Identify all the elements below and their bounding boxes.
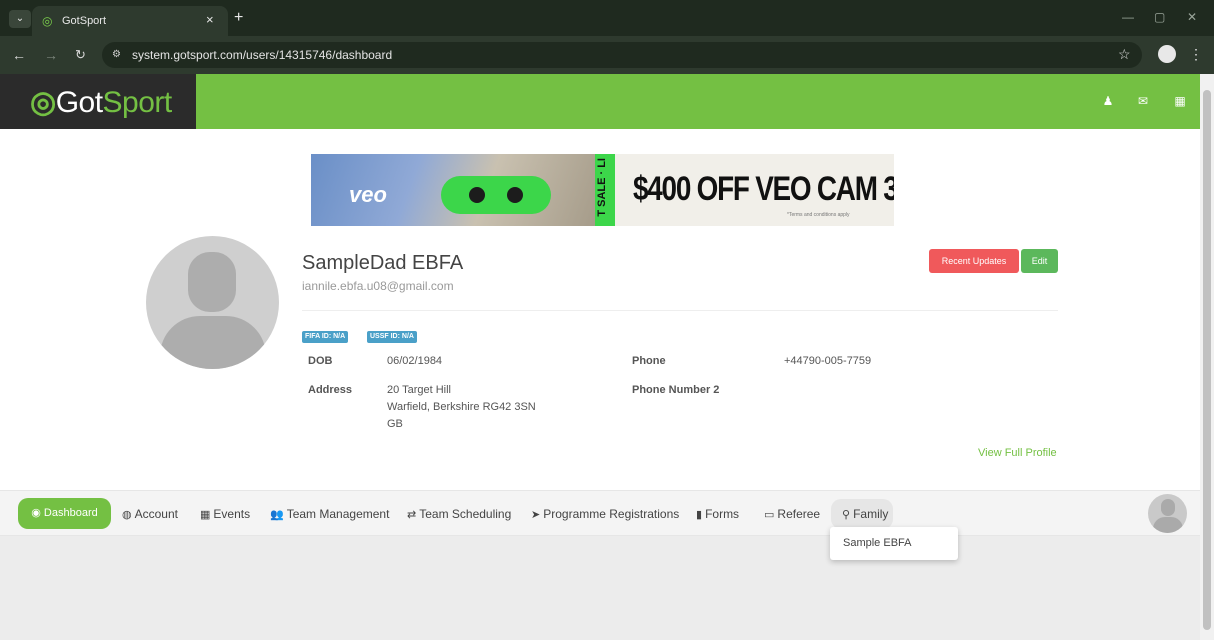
logo-container[interactable]: ◎GotSport [0, 74, 196, 129]
nav-item-label: Programme Registrations [543, 507, 680, 521]
dob-value: 06/02/1984 [387, 355, 443, 367]
calendar-outline-icon: ▭ [764, 509, 775, 521]
browser-address-bar: ← → ↻ ⚙ system.gotsport.com/users/143157… [0, 36, 1214, 74]
omnibox[interactable]: ⚙ system.gotsport.com/users/14315746/das… [102, 42, 1142, 68]
ad-headline: $400 OFF VEO CAM 3* [633, 170, 894, 209]
fifa-id-badge: FIFA ID: N/A [302, 331, 349, 343]
maximize-icon[interactable]: ▢ [1154, 10, 1165, 24]
address-label: Address [308, 384, 353, 396]
tab-title: GotSport [62, 15, 107, 27]
file-icon: ▮ [696, 509, 703, 521]
nav-item-family[interactable]: ⚲ Family [842, 504, 888, 524]
avatar-head-shape [1161, 499, 1175, 516]
recent-updates-button[interactable]: Recent Updates [929, 249, 1019, 273]
back-icon[interactable]: ← [12, 47, 26, 63]
users-icon: 👥 [270, 509, 284, 521]
nav-item-label: Family [853, 507, 889, 521]
veo-ad-banner[interactable]: veo T SALE · LI $400 OFF VEO CAM 3* *Ter… [311, 154, 894, 226]
camera-lens-icon [507, 187, 523, 203]
nav-item-dashboard[interactable]: ◉ Dashboard [18, 498, 111, 529]
gotsport-favicon-icon: ◎ [42, 14, 53, 28]
edit-button[interactable]: Edit [1021, 249, 1058, 273]
nav-item-label: Team Scheduling [419, 507, 512, 521]
bookmark-star-icon[interactable]: ☆ [1118, 46, 1131, 63]
account-icon: ◍ [122, 509, 132, 521]
ad-terms: *Terms and conditions apply [787, 212, 850, 218]
camera-lens-icon [469, 187, 485, 203]
nav-item-label: Account [134, 507, 178, 521]
forward-icon[interactable]: → [44, 47, 58, 63]
tab-search-chevron-down-icon[interactable]: ⌄ [9, 10, 31, 28]
site-info-icon[interactable]: ⚙ [112, 48, 128, 62]
tab-close-icon[interactable]: × [206, 12, 214, 27]
ad-strip-text: T SALE · LI [596, 158, 608, 217]
nav-user-avatar[interactable] [1148, 494, 1187, 533]
family-dropdown-menu: Sample EBFA [830, 527, 958, 560]
nav-item-label: Dashboard [43, 507, 98, 519]
paper-plane-icon: ➤ [531, 509, 541, 521]
view-full-profile-link[interactable]: View Full Profile [978, 447, 1057, 459]
nav-item-forms[interactable]: ▮ Forms [696, 504, 739, 524]
page-scrollbar[interactable] [1200, 74, 1214, 640]
ad-headline-text: $400 OFF VEO CAM 3 [633, 170, 894, 208]
nav-item-referee[interactable]: ▭ Referee [764, 504, 820, 524]
url-text[interactable]: system.gotsport.com/users/14315746/dashb… [132, 48, 392, 62]
gotsport-logo[interactable]: ◎GotSport [30, 85, 172, 120]
calendar-icon: ▦ [200, 509, 211, 521]
reload-icon[interactable]: ↻ [75, 47, 86, 63]
nav-item-label: Events [213, 507, 251, 521]
nav-item-label: Referee [777, 507, 821, 521]
envelope-icon[interactable]: ✉ [1136, 94, 1150, 108]
browser-menu-kebab-icon[interactable]: ⋮ [1189, 46, 1203, 63]
nav-item-label: Forms [705, 507, 740, 521]
profile-avatar [146, 236, 279, 369]
logo-sport-text: Sport [102, 86, 173, 119]
browser-profile-icon[interactable] [1158, 45, 1176, 63]
grid-icon[interactable]: ▦ [1173, 94, 1187, 108]
minimize-icon[interactable]: — [1122, 10, 1134, 24]
logo-got-text: Got [55, 86, 103, 119]
nav-item-account[interactable]: ◍ Account [122, 504, 178, 524]
dob-label: DOB [308, 355, 333, 367]
nav-item-events[interactable]: ▦ Events [200, 504, 250, 524]
family-member-item[interactable]: Sample EBFA [843, 537, 911, 549]
site-header: ◎GotSport ♟ ✉ ▦ [0, 74, 1200, 129]
veo-logo: veo [349, 182, 387, 207]
avatar-body-shape [160, 316, 266, 369]
ad-sale-strip: T SALE · LI [595, 154, 615, 226]
browser-tab-bar: ⌄ ◎ GotSport × + — ▢ ✕ [0, 0, 1214, 36]
dashboard-icon: ◉ [31, 507, 41, 519]
exchange-icon: ⇄ [407, 509, 417, 521]
dashboard-nav: ◉ Dashboard ◍ Account ▦ Events 👥 Team Manag… [0, 490, 1200, 536]
phone-label: Phone [632, 355, 666, 367]
user-icon[interactable]: ♟ [1101, 94, 1115, 108]
phone-number-2-label: Phone Number 2 [632, 384, 720, 396]
avatar-body-shape [1153, 517, 1183, 533]
ussf-id-badge: USSF ID: N/A [367, 331, 417, 343]
profile-name: SampleDad EBFA [302, 252, 464, 274]
address-line-3: GB [387, 418, 403, 430]
page: ◎GotSport ♟ ✉ ▦ veo T SALE · LI $400 OFF… [0, 74, 1200, 640]
browser-tab[interactable]: ◎ GotSport × [32, 6, 228, 36]
nav-item-team-management[interactable]: 👥 Team Management [270, 504, 389, 524]
veo-camera-image [441, 176, 551, 214]
nav-item-label: Team Management [286, 507, 390, 521]
phone-value: +44790-005-7759 [784, 355, 872, 367]
window-close-icon[interactable]: ✕ [1187, 10, 1197, 24]
new-tab-plus-icon[interactable]: + [234, 9, 243, 27]
profile-divider [302, 310, 1058, 311]
nav-item-team-scheduling[interactable]: ⇄ Team Scheduling [407, 504, 511, 524]
scrollbar-thumb[interactable] [1203, 90, 1211, 630]
gotsport-mark-icon: ◎ [30, 86, 56, 119]
address-line-1: 20 Target Hill [387, 384, 451, 396]
nav-item-programme-registrations[interactable]: ➤ Programme Registrations [531, 504, 679, 524]
sitemap-icon: ⚲ [842, 509, 851, 521]
profile-email: iannile.ebfa.u08@gmail.com [302, 279, 454, 293]
avatar-head-shape [188, 252, 236, 312]
ad-photo: veo [311, 154, 601, 226]
address-line-2: Warfield, Berkshire RG42 3SN [387, 401, 536, 413]
dashboard-content-area [0, 536, 1200, 640]
